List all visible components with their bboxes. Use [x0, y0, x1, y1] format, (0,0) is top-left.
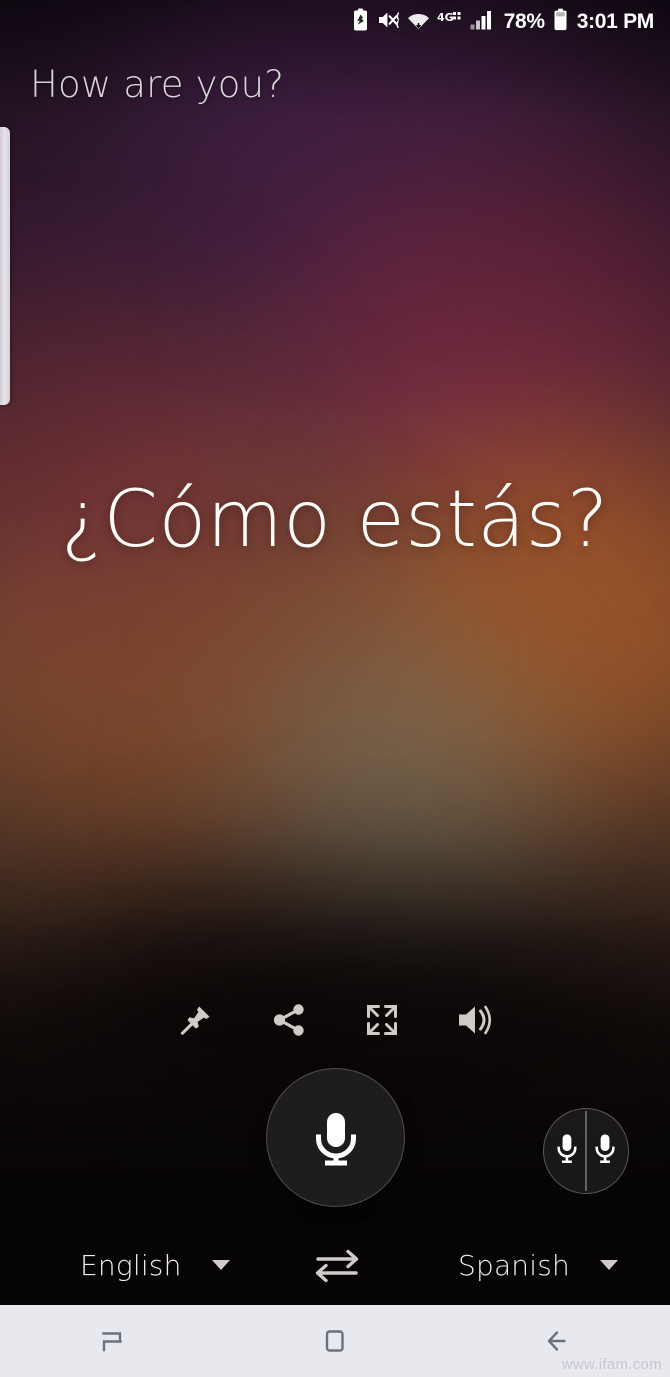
target-language-selector[interactable]: Spanish [458, 1249, 618, 1282]
target-language-label: Spanish [458, 1248, 570, 1282]
battery-percent-label: 78% [503, 10, 545, 33]
android-nav-bar: www.ifam.com [0, 1305, 670, 1377]
translated-text[interactable]: ¿Cómo estás? [0, 472, 670, 569]
recents-icon [101, 1332, 122, 1352]
swap-arrows-icon [315, 1249, 359, 1283]
chevron-down-icon [211, 1260, 230, 1270]
source-text[interactable]: How are you? [30, 63, 284, 106]
edge-panel-handle[interactable] [0, 127, 10, 405]
speaker-icon[interactable] [451, 996, 499, 1044]
network-4g-lte-icon: 4G [437, 9, 463, 36]
status-bar: 4G 78% 3:01 PM [0, 0, 670, 44]
pin-icon[interactable] [172, 996, 220, 1044]
home-icon [325, 1330, 344, 1352]
microphone-button[interactable] [266, 1068, 405, 1207]
nav-home-button[interactable] [275, 1305, 395, 1377]
source-language-selector[interactable]: English [80, 1249, 230, 1282]
fullscreen-icon[interactable] [358, 996, 406, 1044]
mic-button-row [0, 1066, 670, 1208]
chevron-down-icon [599, 1260, 618, 1270]
conversation-mode-button[interactable] [543, 1108, 629, 1194]
watermark-text: www.ifam.com [561, 1356, 662, 1373]
battery-icon [553, 8, 568, 37]
microphone-icon [315, 1112, 356, 1165]
battery-saver-icon [351, 8, 370, 37]
dual-microphone-icon [557, 1110, 615, 1192]
svg-text:4G: 4G [437, 11, 454, 24]
nav-recents-button[interactable] [52, 1305, 172, 1377]
signal-bars-icon [470, 9, 495, 36]
mute-vibrate-icon [377, 9, 400, 36]
swap-languages-button[interactable] [302, 1243, 372, 1289]
status-bar-clock: 3:01 PM [576, 10, 655, 33]
action-icons-row [0, 996, 670, 1044]
share-icon[interactable] [265, 996, 313, 1044]
wifi-icon [407, 9, 430, 36]
source-language-label: English [80, 1248, 182, 1282]
translator-screen: 4G 78% 3:01 PM How are you? ¿Cómo estás?… [0, 0, 670, 1377]
language-bar: English Spanish [0, 1237, 670, 1293]
